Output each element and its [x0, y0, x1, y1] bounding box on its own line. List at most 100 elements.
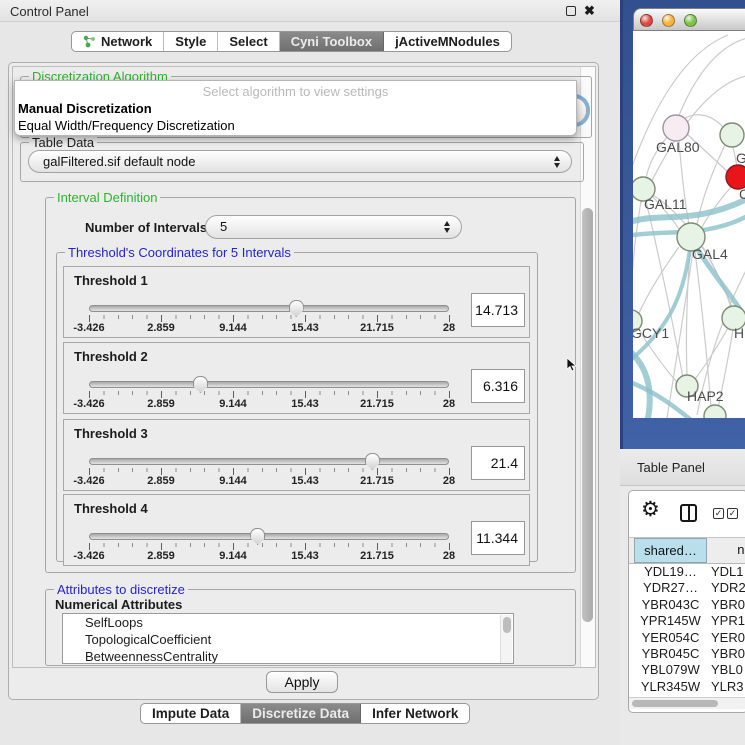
numerical-attributes-list[interactable]: SelfLoops TopologicalCoefficient Between…: [62, 613, 514, 664]
major-tick: [449, 315, 450, 322]
settings-gear-icon[interactable]: ⚙: [641, 499, 660, 521]
combo-value: 5: [220, 216, 227, 238]
column-split-icon[interactable]: [680, 504, 697, 522]
cell-shared-name[interactable]: YBR043C: [634, 597, 707, 613]
cell-shared-name[interactable]: YLR345W: [634, 679, 707, 695]
cell-shared-name[interactable]: YBR045C: [634, 646, 707, 662]
list-scrollbar[interactable]: [500, 615, 512, 663]
column-header-shared-name[interactable]: shared…: [634, 538, 707, 563]
threshold-value-field[interactable]: 14.713: [471, 293, 525, 327]
number-of-intervals-combobox[interactable]: 5: [205, 215, 462, 239]
tick-label: 9.144: [219, 475, 247, 487]
table-row[interactable]: YBR045CYBR0: [629, 646, 745, 662]
tick-label: -3.426: [73, 398, 104, 410]
threshold-slider[interactable]: [89, 305, 449, 312]
cell-shared-name[interactable]: YER054C: [634, 630, 707, 646]
major-tick: [305, 543, 306, 550]
zoom-traffic-light[interactable]: [684, 14, 697, 27]
table-row[interactable]: YDL19…YDL1: [629, 564, 745, 580]
cell-shared-name[interactable]: YDL19…: [634, 564, 707, 580]
major-tick: [89, 543, 90, 550]
control-panel-titlebar: Control Panel ✖: [0, 0, 620, 22]
node-top-right[interactable]: [720, 123, 744, 147]
table-data-combobox[interactable]: galFiltered.sif default node: [28, 150, 572, 173]
dropdown-hint: Select algorithm to view settings: [15, 84, 576, 99]
major-tick: [305, 315, 306, 322]
vertical-scrollbar-thumb[interactable]: [582, 208, 593, 622]
major-tick: [233, 391, 234, 398]
table-row[interactable]: YBR043CYBR0: [629, 597, 745, 613]
tab-label: Cyni Toolbox: [291, 34, 372, 49]
tick-label: 2.859: [147, 550, 175, 562]
tick-label: 21.715: [360, 550, 394, 562]
tab-infer-network[interactable]: Infer Network: [361, 704, 469, 723]
cell-shared-name[interactable]: YDR27…: [634, 580, 707, 596]
threshold-slider[interactable]: [89, 533, 449, 540]
node-label-gal80: GAL80: [656, 139, 700, 155]
float-window-icon[interactable]: [566, 6, 576, 16]
node-gal80[interactable]: [663, 115, 689, 141]
major-tick: [233, 315, 234, 322]
tab-label: Select: [229, 34, 267, 49]
cell-name[interactable]: YBL0: [711, 662, 743, 678]
network-window-titlebar[interactable]: [633, 8, 745, 31]
combo-value: galFiltered.sif default node: [43, 151, 195, 173]
node-bottom[interactable]: [704, 405, 726, 418]
tab-discretize-data[interactable]: Discretize Data: [241, 704, 361, 723]
threshold-value-field[interactable]: 21.4: [471, 446, 525, 480]
list-item[interactable]: SelfLoops: [63, 614, 513, 631]
threshold-label: Threshold 1: [74, 273, 148, 288]
cell-shared-name[interactable]: YPR145W: [634, 613, 707, 629]
horizontal-scrollbar-thumb[interactable]: [632, 700, 718, 707]
cell-name[interactable]: YDR2: [711, 580, 745, 596]
close-icon[interactable]: ✖: [584, 3, 595, 19]
network-canvas[interactable]: GAL80 G C GAL11 GAL4 GCY1 H HAP2: [633, 31, 745, 418]
tab-label: Impute Data: [152, 706, 229, 721]
cell-name[interactable]: YER0: [711, 630, 745, 646]
cell-name[interactable]: YDL1: [711, 564, 744, 580]
table-row[interactable]: YDR27…YDR2: [629, 580, 745, 596]
horizontal-scrollbar[interactable]: [629, 697, 745, 709]
tab-network[interactable]: Network: [72, 32, 164, 51]
checkbox-icon[interactable]: ✓: [727, 508, 738, 519]
table-row[interactable]: YPR145WYPR1: [629, 613, 745, 629]
threshold-slider[interactable]: [89, 458, 449, 465]
list-scrollbar-thumb[interactable]: [503, 617, 511, 633]
slider-tick-labels: -3.4262.8599.14415.4321.71528: [89, 475, 449, 488]
tick-label: 28: [443, 398, 455, 410]
table-row[interactable]: YLR345WYLR3: [629, 679, 745, 695]
cell-name[interactable]: YPR1: [711, 613, 745, 629]
threshold-slider[interactable]: [89, 381, 449, 388]
major-tick: [89, 391, 90, 398]
apply-button[interactable]: Apply: [266, 671, 338, 693]
checkbox-icon[interactable]: ✓: [713, 508, 724, 519]
list-item[interactable]: TopologicalCoefficient: [63, 631, 513, 648]
cell-shared-name[interactable]: YBL079W: [634, 662, 707, 678]
major-tick: [161, 468, 162, 475]
tab-cyni-toolbox[interactable]: Cyni Toolbox: [280, 32, 384, 51]
tab-style[interactable]: Style: [164, 32, 218, 51]
table-row[interactable]: YER054CYER0: [629, 630, 745, 646]
table-row[interactable]: YBL079WYBL0: [629, 662, 745, 678]
control-panel: Control Panel ✖ Network Style Select: [0, 0, 620, 745]
numerical-attributes-label: Numerical Attributes: [55, 597, 182, 612]
threshold-value-field[interactable]: 11.344: [471, 521, 525, 555]
major-tick: [161, 391, 162, 398]
dropdown-option-manual[interactable]: Manual Discretization: [18, 101, 152, 116]
major-tick: [305, 468, 306, 475]
tick-label: 15.43: [291, 550, 319, 562]
threshold-panel-1: Threshold 1 -3.4262.8599.14415.4321.7152…: [63, 266, 530, 338]
tab-jactivemnodules[interactable]: jActiveMNodules: [384, 32, 511, 51]
major-tick: [377, 543, 378, 550]
cell-name[interactable]: YBR0: [711, 646, 745, 662]
minimize-traffic-light[interactable]: [662, 14, 675, 27]
dropdown-option-equal-width[interactable]: Equal Width/Frequency Discretization: [18, 118, 235, 133]
column-header-name[interactable]: name: [708, 538, 745, 563]
tab-select[interactable]: Select: [218, 32, 279, 51]
close-traffic-light[interactable]: [640, 14, 653, 27]
threshold-value-field[interactable]: 6.316: [471, 369, 525, 403]
tab-impute-data[interactable]: Impute Data: [141, 704, 241, 723]
cell-name[interactable]: YBR0: [711, 597, 745, 613]
list-item[interactable]: BetweennessCentrality: [63, 648, 513, 664]
cell-name[interactable]: YLR3: [711, 679, 744, 695]
